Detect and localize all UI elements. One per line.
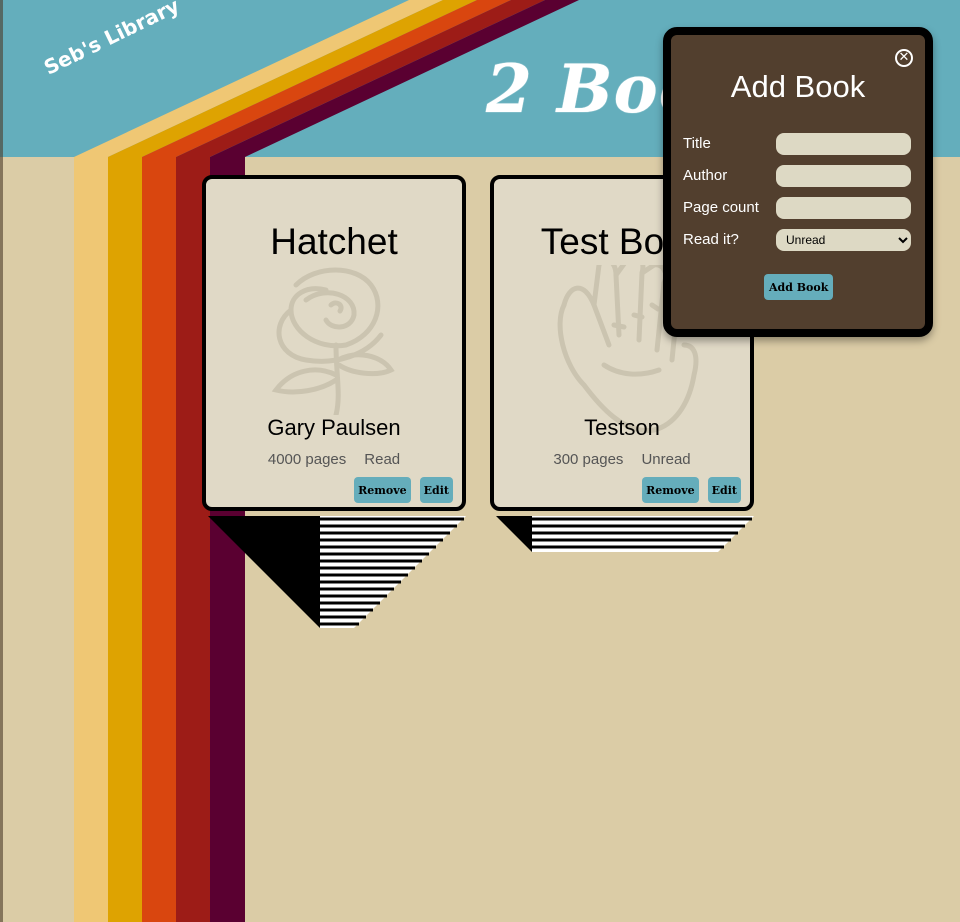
dialog-title: Add Book [730, 69, 866, 104]
remove-book-button[interactable]: Remove [354, 477, 411, 503]
book-pages: 4000 pages [267, 451, 347, 468]
close-icon[interactable]: ✕ [895, 49, 913, 67]
book-actions: Remove Edit [642, 477, 741, 503]
author-label: Author [683, 167, 728, 184]
book-card: Hatchet Gary Paulsen 4000 pages Read Remo… [202, 175, 466, 511]
book-actions: Remove Edit [354, 477, 453, 503]
author-row: Author [683, 165, 911, 187]
title-label: Title [683, 135, 711, 152]
book-read-status[interactable]: Read [364, 451, 400, 468]
book-read-status[interactable]: Unread [641, 451, 690, 468]
author-input[interactable] [776, 165, 911, 187]
book-pages-stack [496, 516, 754, 552]
book-meta: 300 pages Unread [494, 451, 750, 468]
remove-book-button[interactable]: Remove [642, 477, 699, 503]
edit-book-button[interactable]: Edit [707, 477, 741, 503]
read-row: Read it? Unread [683, 229, 911, 251]
add-book-button[interactable]: Add Book [764, 274, 834, 300]
add-book-dialog: ✕ Add Book Title Author Page count Read … [663, 27, 933, 337]
read-label: Read it? [683, 231, 739, 248]
rose-icon [236, 265, 416, 419]
read-status-select[interactable]: Unread [776, 229, 911, 251]
book-title: Hatchet [270, 221, 398, 262]
title-input[interactable] [776, 133, 911, 155]
book-author: Gary Paulsen [267, 415, 401, 440]
title-row: Title [683, 133, 911, 155]
pagecount-input[interactable] [776, 197, 911, 219]
book-author: Testson [584, 415, 660, 440]
book-pages: 300 pages [553, 451, 624, 468]
pagecount-row: Page count [683, 197, 911, 219]
pagecount-label: Page count [683, 199, 759, 216]
book-pages-stack [208, 516, 466, 628]
edit-book-button[interactable]: Edit [419, 477, 453, 503]
book-meta: 4000 pages Read [206, 451, 462, 468]
